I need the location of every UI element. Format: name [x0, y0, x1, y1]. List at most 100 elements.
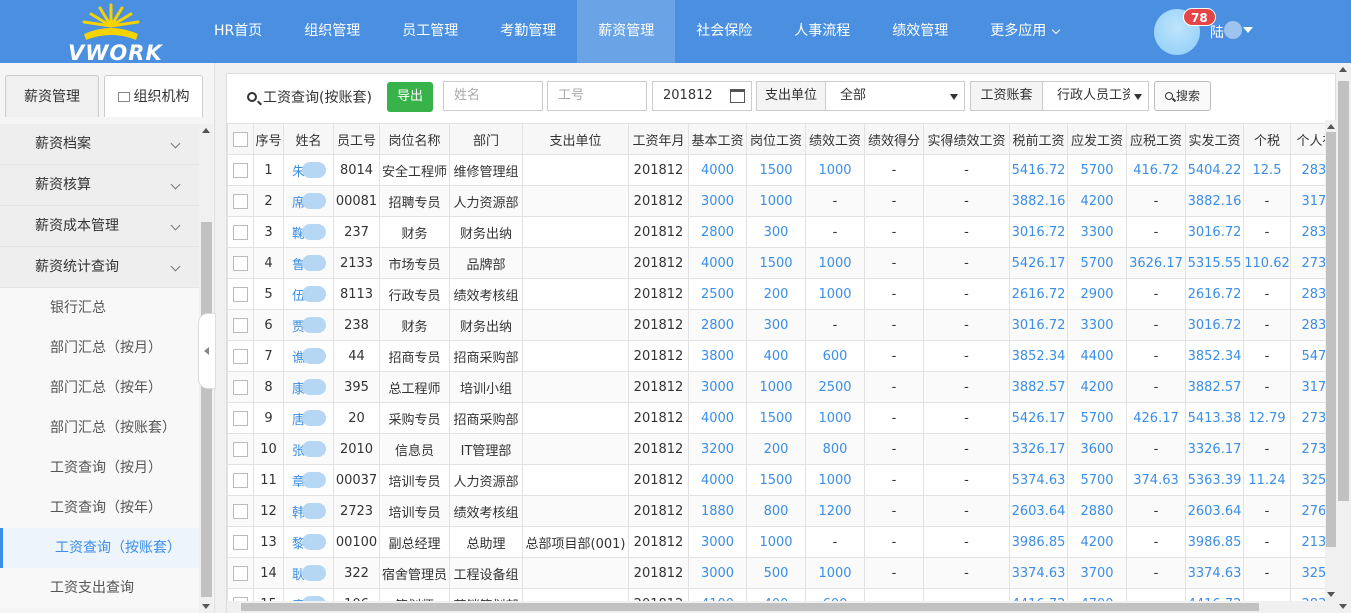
table-row[interactable]: 6 贾 238 财务 财务出纳 201812 2800 300- - -3016.72 3300-3…: [227, 309, 1325, 341]
row-checkbox[interactable]: [233, 224, 248, 240]
column-header[interactable]: 个税: [1243, 123, 1291, 155]
table-cell[interactable]: 唐: [283, 402, 334, 434]
sidebar-sub-item[interactable]: 工资支出查询: [0, 568, 199, 608]
name-input[interactable]: 姓名: [443, 81, 543, 111]
scroll-down-icon[interactable]: [1327, 592, 1335, 597]
column-header[interactable]: 实得绩效工资: [923, 123, 1010, 155]
table-cell[interactable]: 谯: [283, 340, 334, 372]
column-header[interactable]: 姓名: [283, 123, 334, 155]
column-header[interactable]: 岗位工资: [746, 123, 806, 155]
column-header[interactable]: 实发工资: [1185, 123, 1244, 155]
column-header[interactable]: 绩效工资: [805, 123, 865, 155]
table-cell[interactable]: 耿: [283, 557, 334, 589]
search-button[interactable]: 搜索: [1154, 81, 1211, 111]
table-row[interactable]: 1 朱 8014 安全工程师 维修管理组 201812 4000 1500 1000- -5416…: [227, 154, 1325, 186]
table-row[interactable]: 4 鲁 2133 市场专员 品牌部 201812 4000 1500 1000- -5426.17…: [227, 247, 1325, 279]
table-cell[interactable]: 章: [283, 464, 334, 496]
page-scroll-thumb[interactable]: [1338, 81, 1349, 501]
table-row[interactable]: 13 黎 00100 副总经理 总助理 总部项目部(001) 201812 3000 1000-…: [227, 526, 1325, 558]
nav-item[interactable]: 绩效管理: [871, 0, 969, 63]
export-button[interactable]: 导出: [387, 82, 433, 112]
table-cell[interactable]: 庞: [283, 588, 334, 601]
table-horizontal-scrollbar[interactable]: [227, 601, 1337, 613]
nav-item[interactable]: HR首页: [193, 0, 283, 63]
column-header[interactable]: 支出单位: [522, 123, 629, 155]
column-header[interactable]: 税前工资: [1009, 123, 1068, 155]
scroll-up-icon[interactable]: [1339, 67, 1347, 72]
sidebar-sub-item[interactable]: 部门汇总（按月）: [0, 328, 199, 368]
salary-account-select[interactable]: 行政人员工资: [1042, 81, 1149, 111]
nav-item[interactable]: 人事流程: [773, 0, 871, 63]
sidebar-sub-item[interactable]: 工资查询（按账套）: [0, 528, 199, 568]
table-row[interactable]: 14 耿 322 宿舍管理员 工程设备组 201812 3000 500 1000- -3374.…: [227, 557, 1325, 589]
sidebar-scroll-thumb[interactable]: [201, 222, 212, 597]
table-row[interactable]: 15庞106策划师营销策划部2018124100400600--4416.724…: [227, 588, 1325, 601]
column-header[interactable]: 应税工资: [1126, 123, 1186, 155]
table-row[interactable]: 10 张 2010 信息员 IT管理部 201812 3200 200 800- -3326.17…: [227, 433, 1325, 465]
table-cell[interactable]: 伍: [283, 278, 334, 310]
row-checkbox[interactable]: [233, 162, 248, 178]
row-checkbox[interactable]: [233, 255, 248, 271]
sidebar-group[interactable]: 薪资统计查询: [0, 247, 199, 288]
nav-item[interactable]: 员工管理: [381, 0, 479, 63]
scroll-down-icon[interactable]: [202, 604, 210, 609]
table-cell[interactable]: 黎: [283, 526, 334, 558]
sidebar-sub-item[interactable]: 银行汇总: [0, 288, 199, 328]
column-header[interactable]: 工资年月: [628, 123, 689, 155]
table-cell[interactable]: 朱: [283, 154, 334, 186]
sidebar-sub-item[interactable]: 工资查询（按月）: [0, 448, 199, 488]
column-header[interactable]: 基本工资: [688, 123, 747, 155]
column-header[interactable]: 部门: [449, 123, 523, 155]
table-row[interactable]: 3 鞠 237 财务 财务出纳 201812 2800 300- - -3016.72 3300-3…: [227, 216, 1325, 248]
column-header[interactable]: 岗位名称: [379, 123, 450, 155]
table-vscroll-thumb[interactable]: [1326, 132, 1336, 547]
sidebar-group[interactable]: 薪资成本管理: [0, 206, 199, 247]
row-checkbox[interactable]: [233, 410, 248, 426]
column-header[interactable]: 应发工资: [1067, 123, 1127, 155]
column-header[interactable]: 员工号: [333, 123, 380, 155]
table-row[interactable]: 2 席 00081 招聘专员 人力资源部 201812 3000 1000- - -3882.16…: [227, 185, 1325, 217]
scroll-up-icon[interactable]: [1327, 124, 1335, 129]
row-checkbox[interactable]: [233, 534, 248, 550]
table-cell[interactable]: 鞠: [283, 216, 334, 248]
row-checkbox[interactable]: [233, 348, 248, 364]
sidebar-sub-item[interactable]: 部门汇总（按年）: [0, 368, 199, 408]
table-row[interactable]: 11 章 00037 培训专员 人力资源部 201812 4000 1500 1000- -537…: [227, 464, 1325, 496]
tab-salary-management[interactable]: 薪资管理: [5, 75, 99, 117]
nav-item[interactable]: 社会保险: [675, 0, 773, 63]
month-input[interactable]: 201812: [652, 81, 752, 111]
row-checkbox[interactable]: [233, 441, 248, 457]
row-checkbox[interactable]: [233, 286, 248, 302]
expense-unit-select[interactable]: 全部: [825, 81, 965, 111]
nav-item[interactable]: 考勤管理: [479, 0, 577, 63]
scroll-up-icon[interactable]: [202, 128, 210, 133]
column-header[interactable]: 序号: [253, 123, 284, 155]
row-checkbox[interactable]: [233, 565, 248, 581]
nav-item[interactable]: 组织管理: [283, 0, 381, 63]
column-header[interactable]: 个人社: [1290, 123, 1325, 155]
select-all-checkbox[interactable]: [233, 131, 248, 147]
table-row[interactable]: 5 伍 8113 行政专员 绩效考核组 201812 2500 200 1000- -2616.7…: [227, 278, 1325, 310]
table-cell[interactable]: 韩: [283, 495, 334, 527]
table-cell[interactable]: 贾: [283, 309, 334, 341]
row-checkbox[interactable]: [233, 379, 248, 395]
user-name[interactable]: 陆: [1210, 22, 1224, 42]
table-cell[interactable]: 鲁: [283, 247, 334, 279]
table-cell[interactable]: 张: [283, 433, 334, 465]
table-row[interactable]: 8 康 395 总工程师 培训小组 201812 3000 1000 2500- -3882.57…: [227, 371, 1325, 403]
calendar-icon[interactable]: [730, 89, 745, 103]
sidebar-collapse-button[interactable]: [198, 313, 216, 389]
scroll-down-icon[interactable]: [1339, 604, 1347, 609]
table-row[interactable]: 9 唐 20 采购专员 招商采购部 201812 4000 1500 1000- -5426.17…: [227, 402, 1325, 434]
tab-organization[interactable]: 组织机构: [104, 75, 203, 117]
user-menu-caret-icon[interactable]: [1243, 27, 1253, 33]
row-checkbox[interactable]: [233, 503, 248, 519]
nav-item[interactable]: 薪资管理: [577, 0, 676, 63]
table-row[interactable]: 7 谯 44 招商专员 招商采购部 201812 3800 400 600- -3852.34 44…: [227, 340, 1325, 372]
column-header[interactable]: 绩效得分: [864, 123, 924, 155]
sidebar-group[interactable]: 薪资档案: [0, 124, 199, 165]
sidebar-sub-item[interactable]: 部门汇总（按账套）: [0, 408, 199, 448]
page-scrollbar[interactable]: [1336, 63, 1351, 613]
vwork-logo[interactable]: VWORK: [62, 2, 162, 65]
employee-no-input[interactable]: 工号: [547, 81, 647, 111]
